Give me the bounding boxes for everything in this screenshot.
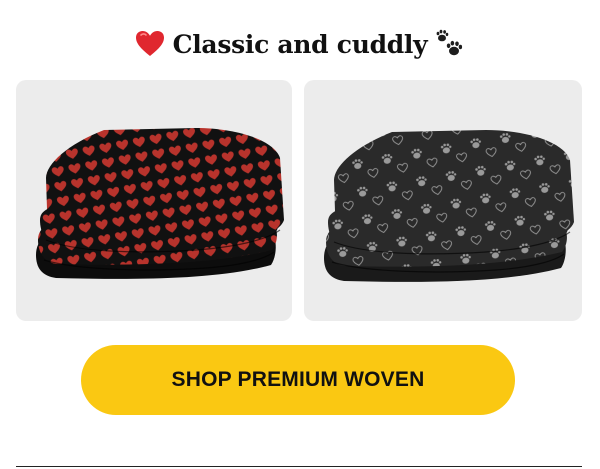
shop-premium-woven-button[interactable]: SHOP PREMIUM WOVEN (81, 345, 515, 415)
headline: Classic and cuddly (0, 22, 600, 66)
heart-blanket-image (36, 128, 284, 279)
shop-button-label: SHOP PREMIUM WOVEN (171, 368, 425, 391)
paw-prints-icon (435, 29, 465, 59)
divider (16, 466, 582, 467)
red-heart-icon (135, 29, 165, 59)
paw-blanket-image (324, 130, 574, 282)
headline-text: Classic and cuddly (172, 29, 428, 59)
product-card-heart-blanket[interactable] (16, 80, 292, 321)
product-card-paw-blanket[interactable] (304, 80, 582, 321)
